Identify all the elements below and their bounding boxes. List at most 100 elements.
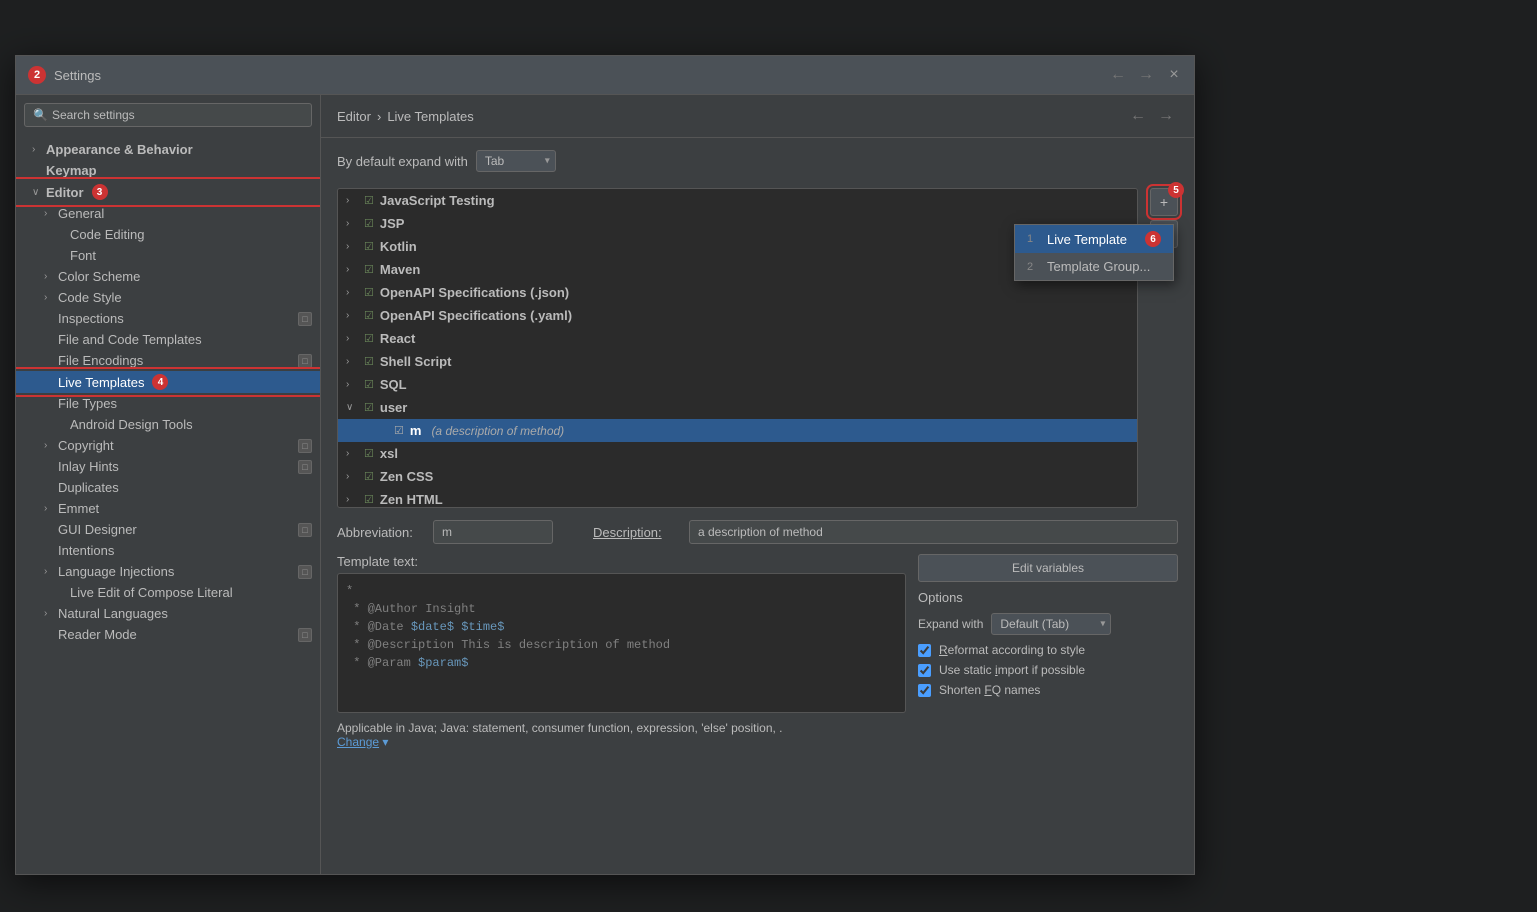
template-name: Maven — [380, 262, 420, 277]
nav-back-btn[interactable]: ← — [1126, 105, 1150, 127]
sidebar-item-font[interactable]: Font — [16, 245, 320, 266]
sidebar-item-editor[interactable]: ∨ Editor 3 — [16, 181, 320, 203]
sidebar-item-inspections[interactable]: Inspections □ — [16, 308, 320, 329]
nav-forward-btn[interactable]: → — [1154, 105, 1178, 127]
search-icon: 🔍 — [33, 108, 48, 122]
sidebar-item-label: Reader Mode — [58, 627, 137, 642]
search-bar[interactable]: 🔍 — [24, 103, 312, 127]
template-user[interactable]: ∨ ☑ user — [338, 396, 1137, 419]
sidebar-item-label: Inspections — [58, 311, 124, 326]
template-name: Shell Script — [380, 354, 452, 369]
sidebar-item-android-design-tools[interactable]: Android Design Tools — [16, 414, 320, 435]
template-name: m — [410, 423, 422, 438]
nav-back[interactable]: ← — [1106, 64, 1130, 86]
breadcrumb-part2: Live Templates — [387, 109, 473, 124]
checkbox-icon: ☑ — [394, 424, 404, 437]
sidebar-item-code-style[interactable]: › Code Style — [16, 287, 320, 308]
sidebar-item-general[interactable]: › General — [16, 203, 320, 224]
chevron-right-icon: › — [346, 448, 358, 459]
sidebar-item-label: Android Design Tools — [70, 417, 193, 432]
badge-6: 6 — [1145, 231, 1161, 247]
template-xsl[interactable]: › ☑ xsl — [338, 442, 1137, 465]
template-code-editor[interactable]: * * @Author Insight * @Date $date$ $time… — [337, 573, 906, 713]
option-reformat-row: Reformat according to style — [918, 643, 1178, 657]
template-zen-css[interactable]: › ☑ Zen CSS — [338, 465, 1137, 488]
expand-with-select[interactable]: Default (Tab) Tab Enter Space — [991, 613, 1111, 635]
gui-designer-badge: □ — [298, 523, 312, 537]
sidebar-item-file-encodings[interactable]: File Encodings □ — [16, 350, 320, 371]
sidebar-item-intentions[interactable]: Intentions — [16, 540, 320, 561]
sidebar-item-label: Live Templates — [58, 375, 144, 390]
template-javascript-testing[interactable]: › ☑ JavaScript Testing — [338, 189, 1137, 212]
chevron-right-icon: › — [346, 494, 358, 505]
settings-dialog: 2 Settings ← → × 🔍 — [15, 55, 1195, 875]
sidebar-item-keymap[interactable]: Keymap — [16, 160, 320, 181]
sidebar-item-label: Copyright — [58, 438, 114, 453]
template-openapi-json[interactable]: › ☑ OpenAPI Specifications (.json) — [338, 281, 1137, 304]
sidebar-item-label: Editor — [46, 185, 84, 200]
sidebar-item-live-templates[interactable]: Live Templates 4 — [16, 371, 320, 393]
reformat-checkbox[interactable] — [918, 644, 931, 657]
sidebar-item-file-code-templates[interactable]: File and Code Templates — [16, 329, 320, 350]
description-input[interactable] — [689, 520, 1178, 544]
expand-with-row: Expand with Default (Tab) Tab Enter Spac… — [918, 613, 1178, 635]
options-section: Options Expand with Default (Tab) Tab En… — [918, 590, 1178, 697]
sidebar-item-live-edit-compose[interactable]: Live Edit of Compose Literal — [16, 582, 320, 603]
checkbox-icon: ☑ — [364, 263, 374, 276]
sidebar-item-file-types[interactable]: File Types — [16, 393, 320, 414]
search-input[interactable] — [52, 108, 303, 122]
plus-icon: + — [1160, 194, 1168, 210]
chevron-right-icon: › — [346, 379, 358, 390]
badge-2: 2 — [28, 66, 46, 84]
template-openapi-yaml[interactable]: › ☑ OpenAPI Specifications (.yaml) — [338, 304, 1137, 327]
sidebar-item-reader-mode[interactable]: Reader Mode □ — [16, 624, 320, 645]
sidebar-item-label: Emmet — [58, 501, 99, 516]
checkbox-icon: ☑ — [364, 286, 374, 299]
sidebar-item-color-scheme[interactable]: › Color Scheme — [16, 266, 320, 287]
checkbox-icon: ☑ — [364, 194, 374, 207]
template-name: React — [380, 331, 415, 346]
sidebar-item-appearance[interactable]: › Appearance & Behavior — [16, 139, 320, 160]
expand-with-select-wrapper: Default (Tab) Tab Enter Space — [991, 613, 1111, 635]
sidebar: 🔍 › Appearance & Behavior Keymap — [16, 95, 321, 874]
sidebar-item-label: GUI Designer — [58, 522, 137, 537]
template-name: OpenAPI Specifications (.yaml) — [380, 308, 572, 323]
sidebar-item-emmet[interactable]: › Emmet — [16, 498, 320, 519]
expand-select[interactable]: Tab Enter Space — [476, 150, 556, 172]
applicable-text: Java; Java: statement, consumer function… — [408, 721, 782, 735]
sidebar-item-natural-languages[interactable]: › Natural Languages — [16, 603, 320, 624]
template-desc: (a description of method) — [431, 424, 564, 438]
abbreviation-input[interactable] — [433, 520, 553, 544]
template-text-section: Template text: * * @Author Insight * @Da… — [337, 554, 1178, 749]
dialog-title: Settings — [54, 68, 101, 83]
option-shorten-fq-row: Shorten FQ names — [918, 683, 1178, 697]
item-num: 2 — [1027, 261, 1039, 273]
lang-injections-badge: □ — [298, 565, 312, 579]
sidebar-item-gui-designer[interactable]: GUI Designer □ — [16, 519, 320, 540]
dropdown-item-template-group[interactable]: 2 Template Group... — [1015, 253, 1173, 280]
checkbox-icon: ☑ — [364, 378, 374, 391]
static-import-checkbox[interactable] — [918, 664, 931, 677]
template-zen-html[interactable]: › ☑ Zen HTML — [338, 488, 1137, 508]
dropdown-item-live-template[interactable]: 1 Live Template 6 — [1015, 225, 1173, 253]
add-template-dropdown: 1 Live Template 6 2 Template Group... — [1014, 224, 1174, 281]
change-link[interactable]: Change — [337, 735, 379, 749]
shorten-fq-checkbox[interactable] — [918, 684, 931, 697]
edit-variables-button[interactable]: Edit variables — [918, 554, 1178, 582]
expand-select-wrapper: Tab Enter Space — [476, 150, 556, 172]
template-shell-script[interactable]: › ☑ Shell Script — [338, 350, 1137, 373]
sidebar-item-copyright[interactable]: › Copyright □ — [16, 435, 320, 456]
chevron-right-icon: › — [346, 471, 358, 482]
sidebar-item-inlay-hints[interactable]: Inlay Hints □ — [16, 456, 320, 477]
breadcrumb-part1: Editor — [337, 109, 371, 124]
sidebar-item-duplicates[interactable]: Duplicates — [16, 477, 320, 498]
template-name: Zen HTML — [380, 492, 443, 507]
template-sql[interactable]: › ☑ SQL — [338, 373, 1137, 396]
sidebar-item-language-injections[interactable]: › Language Injections □ — [16, 561, 320, 582]
template-user-m[interactable]: ☑ m (a description of method) — [338, 419, 1137, 442]
template-react[interactable]: › ☑ React — [338, 327, 1137, 350]
add-template-button[interactable]: + 5 — [1150, 188, 1178, 216]
sidebar-item-code-editing[interactable]: Code Editing — [16, 224, 320, 245]
nav-forward[interactable]: → — [1134, 64, 1158, 86]
close-button[interactable]: × — [1166, 67, 1182, 83]
